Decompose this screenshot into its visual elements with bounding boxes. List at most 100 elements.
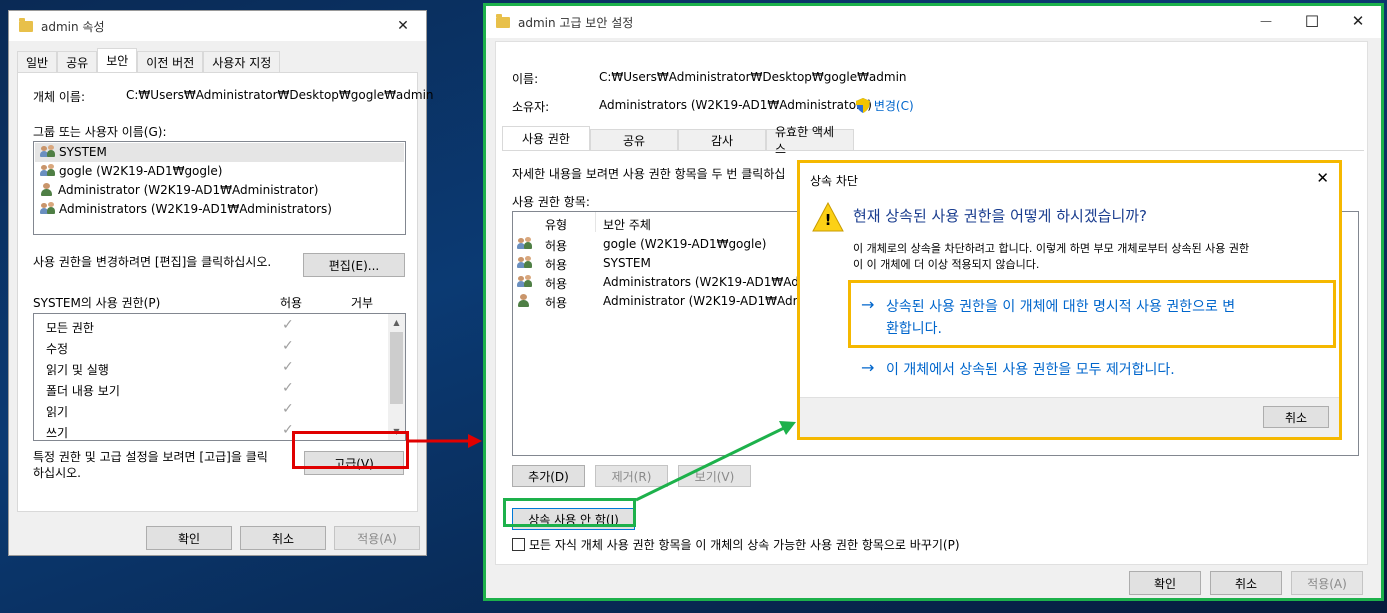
scroll-up-icon[interactable]: ▲ xyxy=(388,314,405,331)
ok-button[interactable]: 확인 xyxy=(146,526,232,550)
advanced-hint-line1: 특정 권한 및 고급 설정을 보려면 [고급]을 클릭 xyxy=(33,450,268,464)
allow-header: 허용 xyxy=(280,296,303,310)
cancel-button[interactable]: 취소 xyxy=(240,526,326,550)
user-name: Administrator (W2K19-AD1₩Administrator) xyxy=(58,183,319,197)
replace-permissions-option[interactable]: 모든 자식 개체 사용 권한 항목을 이 개체의 상속 가능한 사용 권한 항목… xyxy=(512,536,960,553)
arrow-right-icon: → xyxy=(861,358,875,377)
tab-share[interactable]: 공유 xyxy=(590,129,678,150)
advanced-titlebar: admin 고급 보안 설정 — ☐ ✕ xyxy=(486,6,1381,38)
change-link-label: 변경(C) xyxy=(873,99,914,113)
group-icon xyxy=(40,202,56,215)
column-principal[interactable]: 보안 주체 xyxy=(603,216,651,233)
edit-button[interactable]: 편집(E)... xyxy=(303,253,405,277)
tab-sharing[interactable]: 공유 xyxy=(57,51,98,72)
disable-inheritance-highlight xyxy=(503,498,636,527)
replace-checkbox[interactable] xyxy=(512,538,525,551)
view-entry-button[interactable]: 보기(V) xyxy=(678,465,751,487)
dialog-footer: 취소 xyxy=(800,397,1339,437)
warning-icon: ! xyxy=(812,201,844,232)
change-owner-link[interactable]: 변경(C) xyxy=(856,97,914,114)
allow-check-icon: ✓ xyxy=(282,359,294,375)
apply-button[interactable]: 적용(A) xyxy=(334,526,420,550)
list-item[interactable]: Administrators (W2K19-AD1₩Administrators… xyxy=(40,202,332,221)
groups-label: 그룹 또는 사용자 이름(G): xyxy=(33,125,167,139)
add-entry-button[interactable]: 추가(D) xyxy=(512,465,585,487)
dialog-title: 상속 차단 xyxy=(810,174,858,188)
table-row[interactable]: 허용 SYSTEM xyxy=(517,256,817,275)
shield-icon xyxy=(856,98,870,113)
user-name: gogle (W2K19-AD1₩gogle) xyxy=(59,164,223,178)
table-row[interactable]: 허용 Administrators (W2K19-AD1₩Adm... xyxy=(517,275,822,294)
detail-hint: 자세한 내용을 보려면 사용 권한 항목을 두 번 클릭하십 xyxy=(512,167,786,181)
entry-principal: Administrator (W2K19-AD1₩Admi... xyxy=(603,294,820,308)
advanced-highlight xyxy=(292,431,409,469)
group-icon xyxy=(40,145,56,158)
tab-permissions[interactable]: 사용 권한 xyxy=(502,126,590,150)
tab-security[interactable]: 보안 xyxy=(97,48,138,72)
tab-effective-access[interactable]: 유효한 액세스 xyxy=(766,125,854,156)
owner-value: Administrators (W2K19-AD1₩Administrators… xyxy=(599,98,872,112)
entry-type: 허용 xyxy=(545,277,568,291)
remove-inherited-option[interactable]: → 이 개체에서 상속된 사용 권한을 모두 제거합니다. xyxy=(848,355,1336,383)
block-inheritance-dialog: 상속 차단 ✕ ! 현재 상속된 사용 권한을 어떻게 하시겠습니까? 이 개체… xyxy=(797,160,1342,440)
permission-row: 모든 권한 ✓ xyxy=(46,317,386,339)
permissions-list[interactable]: 모든 권한 ✓ 수정 ✓ 읽기 및 실행 ✓ 폴더 내용 보기 ✓ 읽기 ✓ 쓰… xyxy=(33,313,406,441)
list-item[interactable]: SYSTEM xyxy=(35,143,404,162)
option2-label: 이 개체에서 상속된 사용 권한을 모두 제거합니다. xyxy=(886,362,1175,378)
apply-button[interactable]: 적용(A) xyxy=(1291,571,1363,595)
entries-label: 사용 권한 항목: xyxy=(512,195,590,209)
cancel-button[interactable]: 취소 xyxy=(1263,406,1329,428)
ok-button[interactable]: 확인 xyxy=(1129,571,1201,595)
group-icon xyxy=(517,275,533,288)
user-icon xyxy=(517,294,531,307)
group-icon xyxy=(517,256,533,269)
table-row[interactable]: 허용 Administrator (W2K19-AD1₩Admi... xyxy=(517,294,820,313)
advanced-hint-line2: 하십시오. xyxy=(33,466,81,480)
option1-line1: 상속된 사용 권한을 이 개체에 대한 명시적 사용 권한으로 변 xyxy=(886,299,1236,315)
allow-check-icon: ✓ xyxy=(282,380,294,396)
object-name-value: C:₩Users₩Administrator₩Desktop₩gogle₩adm… xyxy=(126,88,434,102)
close-icon[interactable]: ✕ xyxy=(1316,169,1329,187)
table-row[interactable]: 허용 gogle (W2K19-AD1₩gogle) xyxy=(517,237,817,256)
maximize-icon[interactable]: ☐ xyxy=(1289,6,1335,36)
list-item[interactable]: gogle (W2K19-AD1₩gogle) xyxy=(40,164,222,183)
entry-principal: gogle (W2K19-AD1₩gogle) xyxy=(603,237,767,251)
group-icon xyxy=(517,237,533,250)
scrollbar[interactable]: ▲ ▼ xyxy=(388,314,405,440)
cancel-button[interactable]: 취소 xyxy=(1210,571,1282,595)
tab-customize[interactable]: 사용자 지정 xyxy=(203,51,281,72)
close-icon[interactable]: ✕ xyxy=(380,11,426,41)
group-icon xyxy=(40,164,56,177)
tab-general[interactable]: 일반 xyxy=(17,51,58,72)
deny-header: 거부 xyxy=(351,296,374,310)
tab-auditing[interactable]: 감사 xyxy=(678,129,766,150)
arrow-right-icon: → xyxy=(861,295,875,314)
properties-titlebar: admin 속성 ✕ xyxy=(9,11,426,41)
permission-row: 읽기 ✓ xyxy=(46,401,386,423)
permission-row: 수정 ✓ xyxy=(46,338,386,360)
entry-principal: Administrators (W2K19-AD1₩Adm... xyxy=(603,275,822,289)
entry-type: 허용 xyxy=(545,296,568,310)
name-value: C:₩Users₩Administrator₩Desktop₩gogle₩adm… xyxy=(599,70,907,84)
convert-inherited-option[interactable]: → 상속된 사용 권한을 이 개체에 대한 명시적 사용 권한으로 변 환합니다… xyxy=(848,280,1336,348)
column-type[interactable]: 유형 xyxy=(545,216,567,233)
groups-list[interactable]: SYSTEM gogle (W2K19-AD1₩gogle) Administr… xyxy=(33,141,406,235)
permission-name: 쓰기 xyxy=(46,426,69,440)
folder-icon xyxy=(496,13,510,28)
minimize-icon[interactable]: — xyxy=(1243,6,1289,36)
scroll-thumb[interactable] xyxy=(390,332,403,404)
change-hint: 사용 권한을 변경하려면 [편집]을 클릭하십시오. xyxy=(33,255,272,269)
warning-glyph: ! xyxy=(824,211,832,229)
permission-name: 읽기 및 실행 xyxy=(46,363,109,377)
tab-previous-versions[interactable]: 이전 버전 xyxy=(137,51,204,72)
close-icon[interactable]: ✕ xyxy=(1335,6,1381,36)
dialog-description-line2: 이 이 개체에 더 이상 적용되지 않습니다. xyxy=(853,258,1040,271)
window-title: admin 고급 보안 설정 xyxy=(518,15,634,30)
replace-checkbox-label: 모든 자식 개체 사용 권한 항목을 이 개체의 상속 가능한 사용 권한 항목… xyxy=(529,538,960,552)
remove-entry-button[interactable]: 제거(R) xyxy=(595,465,668,487)
entry-type: 허용 xyxy=(545,239,568,253)
column-separator xyxy=(595,212,596,232)
list-item[interactable]: Administrator (W2K19-AD1₩Administrator) xyxy=(40,183,318,202)
red-arrow-head xyxy=(468,434,482,448)
dialog-question: 현재 상속된 사용 권한을 어떻게 하시겠습니까? xyxy=(853,207,1148,225)
